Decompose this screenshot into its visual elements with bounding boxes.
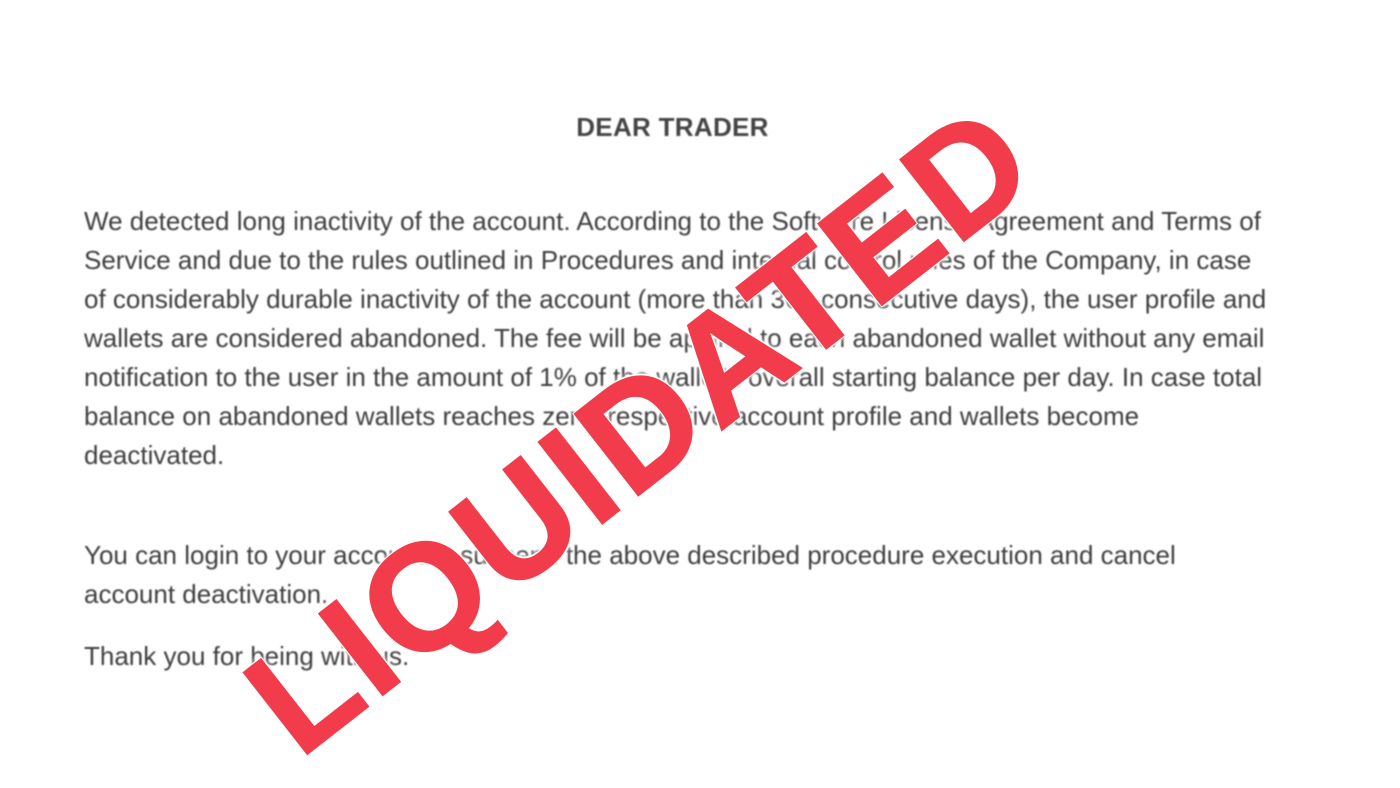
letter-title: DEAR TRADER [576, 112, 769, 142]
letter-paragraph-login: You can login to your account to suspend… [84, 540, 1176, 609]
